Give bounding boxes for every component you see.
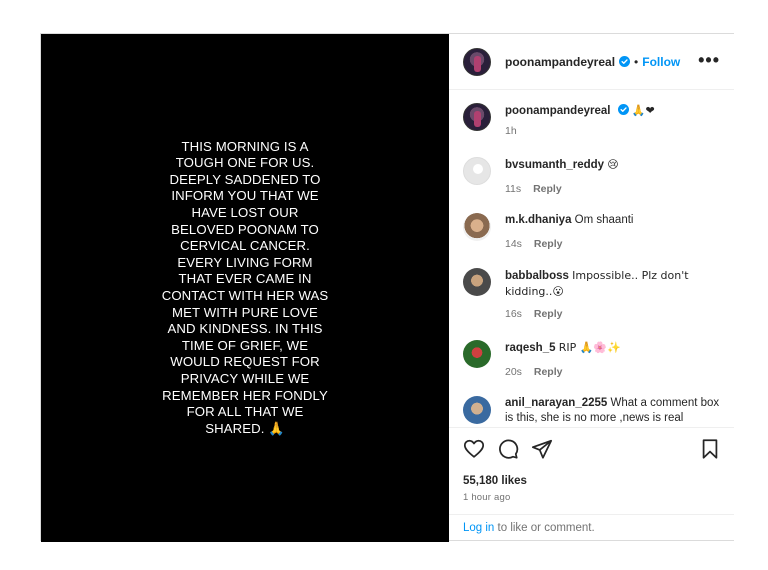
comment-body: raqesh_5 RIP 🙏🌸✨ 20s Reply	[505, 340, 725, 380]
caption-body: poonampandeyreal 🙏❤ 1h	[505, 103, 725, 139]
follow-button[interactable]: Follow	[642, 55, 680, 69]
media-text-line: INFORM YOU THAT WE	[171, 188, 319, 204]
more-options-icon[interactable]: •••	[698, 51, 720, 69]
comment-avatar[interactable]	[463, 340, 491, 368]
comment-avatar[interactable]	[463, 213, 491, 241]
login-prompt: Log in to like or comment.	[449, 514, 734, 540]
post-sidebar: poonampandeyreal • Follow ••• poonampand…	[449, 34, 734, 540]
comment-text: 😢	[607, 158, 619, 171]
caption-time: 1h	[505, 125, 517, 137]
comment-avatar[interactable]	[463, 268, 491, 296]
comment-username[interactable]: raqesh_5	[505, 342, 556, 354]
media-text-line: TIME OF GRIEF, WE	[181, 337, 309, 353]
comment-meta: 20s Reply	[505, 365, 725, 380]
comment-time: 16s	[505, 308, 522, 320]
heart-icon[interactable]	[463, 438, 485, 460]
media-text-line: EVERY LIVING FORM	[177, 254, 313, 270]
post-actions	[449, 427, 734, 467]
comment-icon[interactable]	[497, 438, 519, 460]
comment-time: 20s	[505, 366, 522, 378]
reply-button[interactable]: Reply	[534, 308, 563, 320]
caption-username[interactable]: poonampandeyreal	[505, 105, 610, 117]
comment-meta: 11s Reply	[505, 182, 725, 197]
caption-avatar[interactable]	[463, 103, 491, 131]
comment-body: m.k.dhaniya Om shaanti 14s Reply	[505, 213, 725, 252]
post-timestamp[interactable]: 1 hour ago	[463, 492, 510, 503]
reply-button[interactable]: Reply	[534, 238, 563, 250]
media-text-line: PRIVACY WHILE WE	[180, 370, 310, 386]
media-text-line: TOUGH ONE FOR US.	[175, 155, 315, 171]
media-text-line: BELOVED POONAM TO	[171, 221, 319, 237]
verified-badge-icon	[619, 56, 631, 67]
author-username[interactable]: poonampandeyreal	[505, 55, 615, 69]
media-text-line: CERVICAL CANCER.	[180, 238, 310, 254]
comment-username[interactable]: m.k.dhaniya	[505, 214, 571, 226]
media-text-line: CONTACT WITH HER WAS	[161, 288, 329, 303]
comment-body: bvsumanth_reddy 😢 11s Reply	[505, 157, 725, 197]
reply-button[interactable]: Reply	[534, 366, 563, 378]
media-text-line: THAT EVER CAME IN	[178, 271, 312, 287]
comment-text: RIP 🙏🌸✨	[558, 341, 621, 354]
login-link[interactable]: Log in	[463, 522, 494, 534]
media-text-line: SHARED. 🙏	[205, 420, 285, 436]
media-text-line: DEEPLY SADDENED TO	[169, 171, 321, 187]
media-text-line: WOULD REQUEST FOR	[170, 354, 320, 370]
media-text-line: FOR ALL THAT WE	[186, 404, 304, 420]
verified-badge-icon	[617, 104, 629, 115]
post-header: poonampandeyreal • Follow •••	[449, 34, 734, 90]
media-text-line: HAVE LOST OUR	[191, 205, 299, 221]
comment-time: 11s	[505, 183, 522, 195]
post-media[interactable]: THIS MORNING IS A TOUGH ONE FOR US. DEEP…	[41, 34, 449, 542]
comment-username[interactable]: babbalboss	[505, 270, 569, 282]
media-text-line: THIS MORNING IS A	[181, 138, 309, 154]
post-media-text: THIS MORNING IS A TOUGH ONE FOR US. DEEP…	[162, 139, 329, 438]
comment-avatar[interactable]	[463, 157, 491, 185]
header-separator: •	[634, 54, 639, 69]
comment-body: babbalboss Impossible.. Plz don't kiddin…	[505, 268, 725, 322]
comment-text: Om shaanti	[574, 214, 634, 226]
media-text-line: MET WITH PURE LOVE	[172, 304, 318, 320]
instagram-post: THIS MORNING IS A TOUGH ONE FOR US. DEEP…	[40, 33, 734, 542]
media-text-line: REMEMBER HER FONDLY	[162, 387, 328, 403]
comment-username[interactable]: anil_narayan_2255	[505, 397, 607, 409]
login-prompt-text: to like or comment.	[494, 522, 595, 534]
reply-button[interactable]: Reply	[533, 183, 562, 195]
comments-list[interactable]: poonampandeyreal 🙏❤ 1h bvsumanth_reddy 😢	[449, 91, 734, 427]
caption-meta: 1h	[505, 124, 725, 139]
likes-count[interactable]: 55,180 likes	[463, 475, 527, 487]
author-avatar[interactable]	[463, 47, 491, 76]
comment-avatar[interactable]	[463, 396, 491, 424]
share-icon[interactable]	[531, 438, 553, 460]
comment-meta: 14s Reply	[505, 237, 725, 252]
comment-meta: 16s Reply	[505, 307, 725, 322]
comment-body: anil_narayan_2255 What a comment box is …	[505, 396, 725, 426]
bookmark-icon[interactable]	[699, 438, 721, 460]
comment-username[interactable]: bvsumanth_reddy	[505, 159, 604, 171]
caption-text: 🙏❤	[631, 104, 655, 117]
comment-time: 14s	[505, 238, 522, 250]
media-text-line: AND KINDNESS. IN THIS	[167, 321, 323, 337]
